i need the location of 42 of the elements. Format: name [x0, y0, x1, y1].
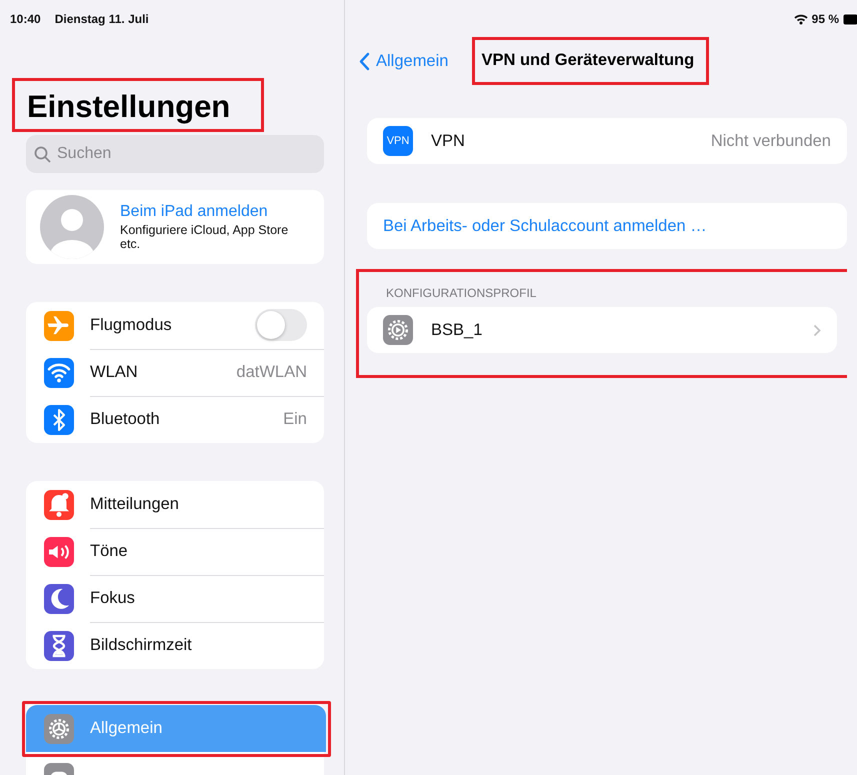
status-date: Dienstag 11. Juli — [54, 12, 149, 26]
row-value: Ein — [283, 410, 307, 429]
settings-row[interactable]: Bluetooth Ein — [26, 396, 324, 443]
vpn-icon: VPN — [383, 126, 413, 156]
row-value: Nicht verbunden — [710, 132, 831, 150]
chevron-right-icon — [813, 324, 821, 336]
battery-icon — [843, 14, 857, 24]
settings-row[interactable]: Bildschirmzeit — [26, 622, 324, 669]
row-value: datWLAN — [236, 362, 307, 382]
account-subtitle: Konfiguriere iCloud, App Store etc. — [120, 222, 290, 252]
row-label: Allgemein — [90, 719, 164, 738]
row-label: Flugmodus — [90, 316, 173, 334]
row-label: Mitteilungen — [90, 494, 180, 514]
chevron-left-icon — [359, 52, 370, 70]
wifi-icon — [794, 14, 808, 24]
sidebar-title: Einstellungen — [27, 89, 232, 125]
profile-row[interactable]: BSB_1 — [367, 307, 837, 353]
row-label: Töne — [90, 542, 129, 560]
row-label: WLAN — [90, 362, 139, 382]
row-label: VPN — [431, 132, 466, 150]
row-label: Fokus — [90, 588, 136, 608]
page-title: VPN und Geräteverwaltung — [481, 51, 694, 69]
settings-row[interactable]: Töne — [26, 528, 324, 575]
sign-in-link[interactable]: Bei Arbeits- oder Schulaccount anmelden … — [383, 216, 707, 236]
sign-in-row[interactable]: Bei Arbeits- oder Schulaccount anmelden … — [367, 203, 847, 249]
toggle-switch[interactable] — [255, 309, 307, 341]
account-card[interactable]: Beim iPad anmelden Konfiguriere iCloud, App Store etc. — [26, 190, 324, 264]
search-field[interactable]: Suchen — [26, 135, 324, 173]
section-header: KONFIGURATIONSPROFIL — [385, 286, 538, 300]
settings-row[interactable]: Fokus — [26, 575, 324, 622]
search-icon — [34, 146, 51, 163]
settings-row[interactable]: WLAN datWLAN — [26, 349, 324, 396]
row-label: Bildschirmzeit — [90, 636, 193, 655]
row-label: BSB_1 — [431, 320, 484, 340]
status-time: 10:40 — [10, 12, 41, 26]
sign-in-link[interactable]: Beim iPad anmelden — [120, 202, 290, 221]
gear-icon — [383, 315, 413, 345]
battery-percent: 95 % — [812, 12, 839, 26]
settings-row[interactable]: Mitteilungen — [26, 481, 324, 528]
settings-row[interactable]: Flugmodus — [26, 302, 324, 349]
vpn-row[interactable]: VPN VPN Nicht verbunden — [367, 118, 847, 164]
row-label: Bluetooth — [90, 410, 161, 429]
